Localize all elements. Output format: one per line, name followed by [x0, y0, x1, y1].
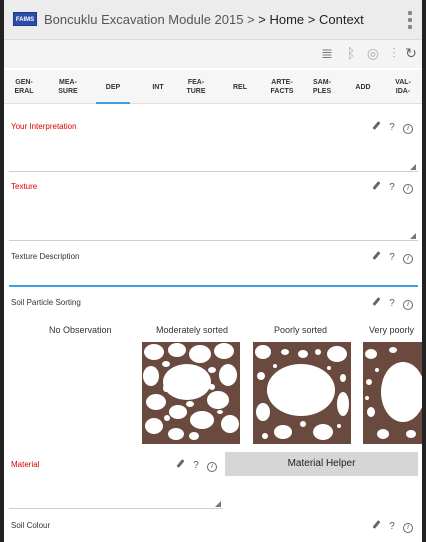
tab-dep[interactable]: DEP: [90, 70, 136, 104]
info-icon[interactable]: i: [400, 122, 416, 134]
material-textarea[interactable]: [9, 508, 223, 509]
info-icon[interactable]: i: [400, 182, 416, 194]
resize-grip-icon[interactable]: [215, 501, 221, 507]
poorly-sorted-image[interactable]: [253, 342, 351, 444]
help-icon[interactable]: ?: [384, 521, 400, 532]
help-icon[interactable]: ?: [188, 460, 204, 471]
sorting-option-poorly-sorted[interactable]: Poorly sorted: [274, 325, 327, 335]
tab-bar: GEN- ERAL MEA- SURE DEP INT FEA- TURE RE…: [4, 70, 422, 104]
info-icon[interactable]: i: [400, 252, 416, 264]
texture-label: Texture: [11, 182, 38, 191]
soil-sorting-field-icons: ? i: [368, 297, 416, 310]
breadcrumb-path[interactable]: > Home > Context: [255, 12, 364, 27]
moderately-sorted-image[interactable]: [142, 342, 240, 444]
sorting-option-moderately-sorted[interactable]: Moderately sorted: [156, 325, 228, 335]
help-icon[interactable]: ?: [384, 122, 400, 133]
wifi-signal-icon[interactable]: ⫶: [385, 44, 403, 62]
help-icon[interactable]: ?: [384, 298, 400, 309]
tab-general[interactable]: GEN- ERAL: [4, 70, 44, 104]
pencil-icon[interactable]: [368, 121, 384, 133]
pencil-icon[interactable]: [368, 297, 384, 309]
refresh-icon[interactable]: ↻: [402, 44, 420, 62]
interpretation-label: Your Interpretation: [11, 122, 77, 131]
texture-textarea[interactable]: [9, 240, 418, 241]
tab-rel[interactable]: REL: [218, 70, 262, 104]
material-helper-button[interactable]: Material Helper: [225, 452, 418, 476]
help-icon[interactable]: ?: [384, 182, 400, 193]
sorting-option-very-poorly[interactable]: Very poorly: [369, 325, 414, 335]
soil-colour-label: Soil Colour: [11, 521, 51, 530]
interpretation-field-icons: ? i: [368, 121, 416, 134]
breadcrumb: Boncuklu Excavation Module 2015 > > Home…: [44, 12, 364, 27]
gps-icon[interactable]: ◎: [364, 44, 382, 62]
pencil-icon[interactable]: [368, 181, 384, 193]
action-bar: ≣ ᛒ ◎ ⫶ ↻: [4, 40, 422, 68]
app-screen: FAIMS Boncuklu Excavation Module 2015 > …: [4, 0, 422, 542]
resize-grip-icon[interactable]: [410, 164, 416, 170]
material-field-icons: ? i: [172, 459, 220, 472]
tab-measure[interactable]: MEA- SURE: [48, 70, 88, 104]
very-poorly-sorted-image[interactable]: [363, 342, 422, 444]
tab-artefacts[interactable]: ARTE- FACTS: [260, 70, 304, 104]
tab-samples[interactable]: SAM- PLES: [302, 70, 342, 104]
sorting-option-no-observation[interactable]: No Observation: [49, 325, 112, 335]
app-bar: FAIMS Boncuklu Excavation Module 2015 > …: [4, 0, 422, 40]
pencil-icon[interactable]: [368, 520, 384, 532]
tab-feature[interactable]: FEA- TURE: [176, 70, 216, 104]
material-label: Material: [11, 460, 40, 469]
texture-field-icons: ? i: [368, 181, 416, 194]
info-icon[interactable]: i: [204, 460, 220, 472]
overflow-menu-icon[interactable]: [408, 11, 412, 29]
tab-int[interactable]: INT: [138, 70, 178, 104]
help-icon[interactable]: ?: [384, 252, 400, 263]
texture-description-input[interactable]: [9, 285, 418, 287]
faims-logo: FAIMS: [13, 12, 37, 26]
interpretation-textarea[interactable]: [9, 171, 418, 172]
texture-description-field-icons: ? i: [368, 251, 416, 264]
breadcrumb-module[interactable]: Boncuklu Excavation Module 2015 >: [44, 12, 255, 27]
tab-validate[interactable]: VAL- IDA-: [384, 70, 422, 104]
texture-description-label: Texture Description: [11, 252, 80, 261]
resize-grip-icon[interactable]: [410, 233, 416, 239]
tab-add[interactable]: ADD: [340, 70, 386, 104]
info-icon[interactable]: i: [400, 521, 416, 533]
soil-particle-sorting-label: Soil Particle Sorting: [11, 298, 81, 307]
pencil-icon[interactable]: [172, 459, 188, 471]
pencil-icon[interactable]: [368, 251, 384, 263]
soil-colour-field-icons: ? i: [368, 520, 416, 533]
sync-list-icon[interactable]: ≣: [318, 44, 336, 62]
info-icon[interactable]: i: [400, 298, 416, 310]
bluetooth-icon[interactable]: ᛒ: [342, 44, 360, 62]
